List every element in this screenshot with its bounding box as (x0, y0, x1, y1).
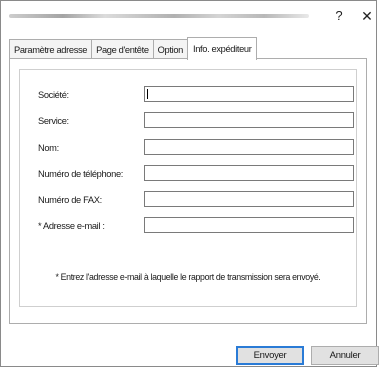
tab-panel-sender-info: Société: Service: Nom: Numéro de télépho… (9, 58, 367, 324)
title-bar: ? ✕ (1, 1, 376, 31)
tab-option[interactable]: Option (152, 39, 188, 58)
department-field[interactable] (144, 112, 354, 128)
window-title-obscured (9, 14, 309, 18)
tab-header-page[interactable]: Page d'entête (91, 39, 154, 58)
name-label: Nom: (38, 143, 59, 153)
help-button[interactable]: ? (329, 7, 349, 25)
sender-info-group: Société: Service: Nom: Numéro de télépho… (19, 69, 357, 307)
cancel-button[interactable]: Annuler (311, 346, 379, 365)
company-label: Société: (38, 90, 69, 100)
email-note: * Entrez l'adresse e-mail à laquelle le … (55, 272, 321, 282)
email-field[interactable] (144, 217, 354, 233)
company-field[interactable] (144, 86, 354, 102)
fax-label: Numéro de FAX: (38, 195, 102, 205)
fax-field[interactable] (144, 191, 354, 207)
department-label: Service: (38, 116, 69, 126)
phone-label: Numéro de téléphone: (38, 169, 123, 179)
dialog-window: ? ✕ Paramètre adresse Page d'entête Opti… (0, 0, 379, 367)
tab-sender-info[interactable]: Info. expéditeur (186, 37, 258, 60)
close-button[interactable]: ✕ (357, 7, 377, 25)
text-cursor (147, 89, 148, 99)
phone-field[interactable] (144, 165, 354, 181)
tab-strip: Paramètre adresse Page d'entête Option I… (9, 37, 258, 60)
tab-address-settings[interactable]: Paramètre adresse (9, 39, 93, 58)
send-button[interactable]: Envoyer (236, 346, 304, 365)
name-field[interactable] (144, 139, 354, 155)
email-label: * Adresse e-mail : (38, 221, 105, 231)
